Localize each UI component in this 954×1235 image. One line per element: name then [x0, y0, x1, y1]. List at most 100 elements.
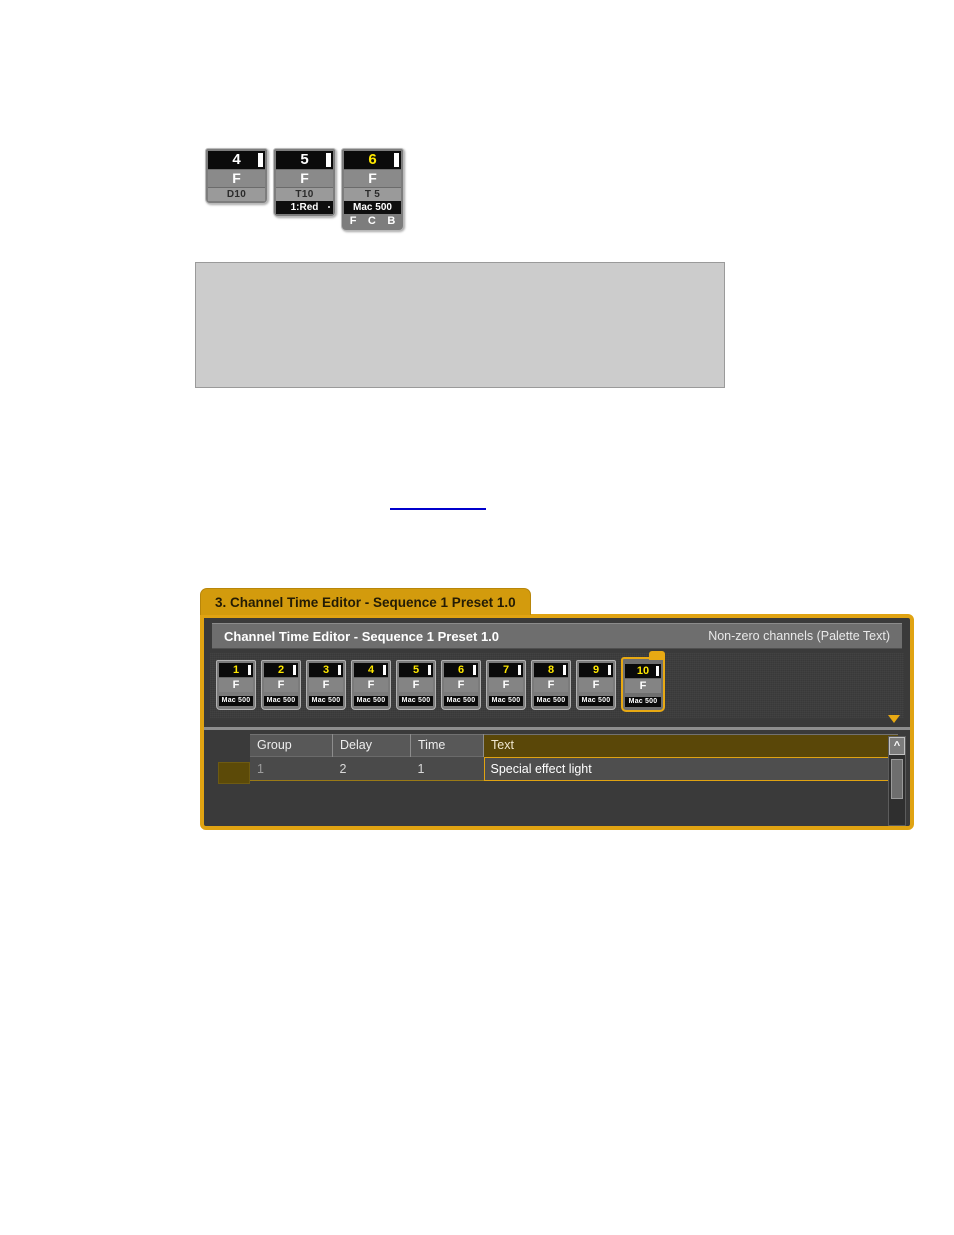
channel-tile-6[interactable]: 6 F Mac 500	[441, 660, 481, 710]
channel-tile-10[interactable]: 10 F Mac 500	[621, 651, 665, 712]
channel-number: 4	[354, 663, 388, 677]
channel-fixture-name: Mac 500	[625, 697, 661, 707]
channel-time-table-area: Group Delay Time Text 1 2 1 Special effe…	[210, 734, 904, 826]
dot-icon	[328, 206, 330, 208]
channel-mode: F	[489, 677, 523, 692]
fixture-mode: F	[276, 169, 333, 187]
column-header-group[interactable]: Group	[250, 734, 333, 757]
channel-fixture-name: Mac 500	[309, 696, 343, 706]
channel-number: 5	[399, 663, 433, 677]
editor-header-title: Channel Time Editor - Sequence 1 Preset …	[224, 628, 500, 644]
fixture-attribute-F[interactable]: F	[350, 214, 357, 228]
intensity-bar-icon	[473, 665, 476, 675]
channel-number: 8	[534, 663, 568, 677]
intensity-bar-icon	[293, 665, 296, 675]
channel-mode: F	[444, 677, 478, 692]
channel-mode: F	[399, 677, 433, 692]
vertical-scrollbar[interactable]: ^	[888, 736, 906, 826]
channel-tile-8[interactable]: 8 F Mac 500	[531, 660, 571, 710]
fixture-info-line-2: Mac 500	[344, 201, 401, 214]
column-header-text[interactable]: Text	[483, 734, 898, 757]
intensity-bar-icon	[563, 665, 566, 675]
channel-tile-3[interactable]: 3 F Mac 500	[306, 660, 346, 710]
channel-fixture-name: Mac 500	[489, 696, 523, 706]
fixture-tile-4[interactable]: 4 F D10	[205, 148, 268, 204]
channel-tile-4[interactable]: 4 F Mac 500	[351, 660, 391, 710]
channel-mode: F	[534, 677, 568, 692]
intensity-bar-icon	[338, 665, 341, 675]
fixture-info-line-1: T10	[276, 187, 333, 201]
channel-time-editor-window: 3. Channel Time Editor - Sequence 1 Pres…	[200, 588, 914, 830]
channel-time-table: Group Delay Time Text 1 2 1 Special effe…	[250, 734, 898, 781]
channel-tile-2[interactable]: 2 F Mac 500	[261, 660, 301, 710]
cell-delay[interactable]: 2	[332, 756, 411, 781]
table-row[interactable]: 1 2 1 Special effect light	[250, 756, 898, 781]
cell-text-container: Special effect light	[483, 756, 898, 781]
hyperlink-underline[interactable]	[390, 508, 486, 510]
fixture-mode: F	[344, 169, 401, 187]
editor-header-status: Non-zero channels (Palette Text)	[708, 629, 890, 643]
channel-fixture-name: Mac 500	[579, 696, 613, 706]
channel-number: 2	[264, 663, 298, 677]
channel-fixture-name: Mac 500	[264, 696, 298, 706]
fixture-info-line-1: T 5	[344, 187, 401, 201]
channel-number: 10	[625, 664, 661, 678]
channel-number: 6	[444, 663, 478, 677]
channel-fixture-name: Mac 500	[444, 696, 478, 706]
fixture-mode: F	[208, 169, 265, 187]
intensity-bar-icon	[383, 665, 386, 675]
channel-fixture-name: Mac 500	[354, 696, 388, 706]
channel-mode: F	[309, 677, 343, 692]
channel-tiles-panel: 1 F Mac 500 2 F Mac 500 3 F Mac 500 4 F Mac 500 5 F Ma…	[210, 651, 904, 718]
scroll-down-triangle-icon[interactable]	[888, 715, 900, 723]
fixture-info-line-2: 1:Red	[276, 201, 333, 214]
selected-tab-nub	[649, 651, 665, 660]
row-selector-handle[interactable]	[218, 762, 250, 784]
channel-tile-7[interactable]: 7 F Mac 500	[486, 660, 526, 710]
column-header-time[interactable]: Time	[410, 734, 484, 757]
scrollbar-thumb[interactable]	[891, 759, 903, 799]
window-tab-title[interactable]: 3. Channel Time Editor - Sequence 1 Pres…	[200, 588, 531, 615]
grey-placeholder-box	[195, 262, 725, 388]
fixture-attribute-C[interactable]: C	[368, 214, 376, 228]
editor-header-bar: Channel Time Editor - Sequence 1 Preset …	[212, 623, 902, 649]
intensity-bar-icon	[608, 665, 611, 675]
channel-fixture-name: Mac 500	[534, 696, 568, 706]
channel-fixture-name: Mac 500	[399, 696, 433, 706]
scroll-up-arrow-icon[interactable]: ^	[889, 737, 905, 755]
channel-number: 9	[579, 663, 613, 677]
fixture-tile-6[interactable]: 6FT 5 Mac 500 F C B	[341, 148, 404, 231]
fixture-tile-5[interactable]: 5 F T10 1:Red	[273, 148, 336, 217]
text-input[interactable]: Special effect light	[483, 756, 898, 781]
channel-tile-9[interactable]: 9 F Mac 500	[576, 660, 616, 710]
window-body: Channel Time Editor - Sequence 1 Preset …	[200, 614, 914, 830]
channel-mode: F	[354, 677, 388, 692]
table-header-row: Group Delay Time Text	[250, 734, 898, 757]
channel-tile-5[interactable]: 5 F Mac 500	[396, 660, 436, 710]
cell-time[interactable]: 1	[410, 756, 484, 781]
intensity-bar-icon	[394, 153, 399, 167]
channel-mode: F	[625, 678, 661, 693]
fixture-number: 6	[344, 151, 401, 169]
channel-tile-1[interactable]: 1 F Mac 500	[216, 660, 256, 710]
intensity-bar-icon	[326, 153, 331, 167]
channel-mode: F	[579, 677, 613, 692]
channel-number: 1	[219, 663, 253, 677]
channel-number: 3	[309, 663, 343, 677]
fixture-attribute-B[interactable]: B	[387, 214, 395, 228]
fixture-info-line-1: D10	[208, 187, 265, 201]
channel-mode: F	[219, 677, 253, 692]
intensity-bar-icon	[258, 153, 263, 167]
intensity-bar-icon	[428, 665, 431, 675]
channel-fixture-name: Mac 500	[219, 696, 253, 706]
panel-divider	[204, 727, 910, 730]
column-header-delay[interactable]: Delay	[332, 734, 411, 757]
intensity-bar-icon	[248, 665, 251, 675]
channel-mode: F	[264, 677, 298, 692]
channel-number: 7	[489, 663, 523, 677]
intensity-bar-icon	[656, 666, 659, 676]
fixture-attribute-row: FCB	[344, 214, 401, 228]
intensity-bar-icon	[518, 665, 521, 675]
fixture-number: 5	[276, 151, 333, 169]
cell-group[interactable]: 1	[250, 756, 333, 781]
